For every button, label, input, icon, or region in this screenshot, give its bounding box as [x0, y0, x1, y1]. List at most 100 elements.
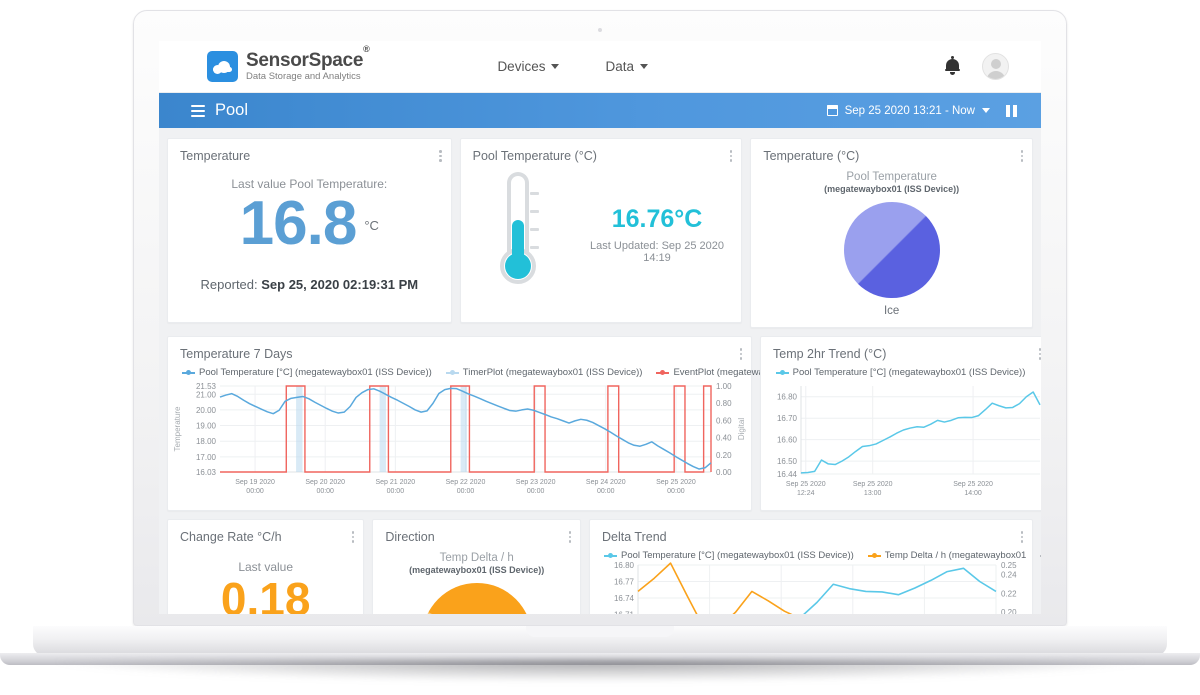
bell-icon[interactable]	[945, 56, 960, 75]
svg-text:00:00: 00:00	[387, 488, 405, 495]
pie-subheading: (megatewaybox01 (ISS Device))	[824, 184, 960, 194]
pie-chart	[843, 202, 940, 298]
date-range-label: Sep 25 2020 13:21 - Now	[844, 104, 975, 117]
legend-marker	[604, 552, 617, 558]
svg-text:0.22: 0.22	[1001, 589, 1017, 598]
svg-text:0.80: 0.80	[716, 399, 732, 408]
card-menu-icon[interactable]	[729, 150, 733, 162]
avatar[interactable]	[982, 53, 1009, 80]
svg-text:20.00: 20.00	[196, 406, 217, 415]
svg-text:0.25: 0.25	[1001, 561, 1017, 570]
legend-marker	[656, 369, 670, 375]
nav-label-devices: Devices	[497, 59, 546, 74]
svg-text:Sep 25 2020: Sep 25 2020	[853, 481, 893, 488]
svg-text:Sep 24 2020: Sep 24 2020	[586, 479, 626, 486]
legend-label: TimerPlot (megatewaybox01 (ISS Device))	[462, 367, 643, 378]
card-title: Change Rate °C/h	[180, 530, 282, 544]
svg-text:Sep 21 2020: Sep 21 2020	[376, 479, 416, 486]
card-menu-icon[interactable]	[439, 150, 442, 162]
brand-name: SensorSpace®	[246, 43, 370, 72]
card-menu-icon[interactable]	[568, 531, 571, 543]
card-menu-icon[interactable]	[351, 531, 355, 543]
reported-value: Sep 25, 2020 02:19:31 PM	[261, 277, 419, 292]
card-temperature: Temperature Last value Pool Temperature:…	[167, 138, 452, 323]
legend-label: Pool Temperature [°C] (megatewaybox01 (I…	[199, 367, 432, 378]
card-menu-icon[interactable]	[1020, 150, 1023, 162]
svg-text:21.00: 21.00	[196, 390, 217, 399]
date-range-picker[interactable]: Sep 25 2020 13:21 - Now	[826, 104, 990, 117]
temperature-value-block: 16.8 °C	[168, 193, 451, 255]
nav-item-data[interactable]: Data	[605, 59, 648, 74]
svg-text:16.44: 16.44	[777, 470, 798, 479]
legend-prev-icon[interactable]	[1040, 550, 1041, 561]
brand-logo[interactable]: SensorSpace® Data Storage and Analytics	[207, 43, 370, 83]
page-title: Pool	[215, 101, 249, 119]
reported-label: Reported:	[200, 277, 258, 292]
pie-heading: Pool Temperature	[846, 171, 937, 183]
legend-item[interactable]: TimerPlot (megatewaybox01 (ISS Device))	[445, 367, 643, 378]
legend-item[interactable]: Pool Temperature [°C] (megatewaybox01 (I…	[604, 550, 854, 561]
dashboard-row-1: Temperature Last value Pool Temperature:…	[167, 138, 1033, 328]
card-title: Temperature	[180, 149, 251, 163]
legend-marker	[445, 369, 459, 375]
legend-item[interactable]: Temp Delta / h (megatewaybox01	[867, 550, 1026, 561]
pause-button[interactable]	[1006, 104, 1017, 117]
brand-tagline: Data Storage and Analytics	[246, 71, 361, 83]
card-change-rate: Change Rate °C/h Last value 0.18	[167, 519, 365, 614]
card-menu-icon[interactable]	[1020, 531, 1023, 543]
svg-text:0.20: 0.20	[716, 451, 732, 460]
svg-text:00:00: 00:00	[457, 488, 475, 495]
svg-text:00:00: 00:00	[597, 488, 615, 495]
laptop-base	[33, 626, 1167, 656]
temperature-reported: Reported: Sep 25, 2020 02:19:31 PM	[168, 277, 451, 292]
chevron-down-icon	[639, 64, 648, 69]
pool-temperature-updated: Last Updated: Sep 25 2020 14:19	[590, 239, 724, 264]
card-pool-temperature: Pool Temperature (°C) 16.76°C Last Updat…	[459, 138, 743, 323]
card-direction: Direction Temp Delta / h (megatewaybox01…	[372, 519, 581, 614]
calendar-icon	[826, 105, 838, 116]
svg-text:0.20: 0.20	[1001, 608, 1017, 614]
card-delta-trend: Delta Trend Pool Temperature [°C] (megat…	[589, 519, 1041, 614]
svg-text:18.00: 18.00	[196, 437, 217, 446]
card-title: Temp 2hr Trend (°C)	[773, 347, 887, 361]
screen-content: SensorSpace® Data Storage and Analytics …	[159, 41, 1041, 614]
legend-label: Pool Temperature [°C] (megatewaybox01 (I…	[792, 367, 1026, 378]
chart-legend: Pool Temperature [°C] (megatewaybox01 (I…	[590, 544, 1041, 561]
chart-legend: Pool Temperature [°C] (megatewaybox01 (I…	[168, 361, 831, 378]
card-temperature-pie: Temperature (°C) Pool Temperature (megat…	[750, 138, 1033, 328]
svg-text:Sep 19 2020: Sep 19 2020	[235, 479, 275, 486]
card-title: Temperature 7 Days	[180, 347, 293, 361]
card-menu-icon[interactable]	[1038, 348, 1041, 360]
chart-legend: Pool Temperature [°C] (megatewaybox01 (I…	[761, 361, 1041, 378]
svg-text:16.74: 16.74	[614, 594, 635, 603]
svg-text:16.70: 16.70	[777, 414, 798, 423]
nav-item-devices[interactable]: Devices	[497, 59, 560, 74]
svg-text:13:00: 13:00	[864, 490, 882, 497]
chart-2hr-plot: 16.80 16.70 16.60 16.50 16.44 Sep 25 2020 12:2…	[777, 386, 1041, 497]
chart-delta-plot: 16.8016.7716.7416.7116.680.250.240.220.2…	[614, 561, 1017, 614]
legend-marker	[775, 369, 789, 375]
svg-text:Sep 25 2020: Sep 25 2020	[656, 479, 696, 486]
svg-text:16.50: 16.50	[777, 457, 798, 466]
trademark-symbol: ®	[363, 43, 370, 54]
dashboard-row-3: Change Rate °C/h Last value 0.18 Directi…	[167, 519, 1041, 614]
app-header: SensorSpace® Data Storage and Analytics …	[159, 41, 1041, 93]
direction-subheading: (megatewaybox01 (ISS Device))	[409, 565, 545, 575]
change-rate-value: 0.18	[220, 573, 311, 614]
chevron-down-icon	[551, 64, 560, 69]
laptop-shadow	[55, 660, 1145, 682]
card-menu-icon[interactable]	[739, 348, 742, 360]
webcam-icon	[598, 28, 602, 32]
svg-text:0.60: 0.60	[716, 416, 732, 425]
direction-heading: Temp Delta / h	[439, 552, 514, 564]
change-rate-subtitle: Last value	[238, 560, 294, 574]
svg-text:16.80: 16.80	[614, 561, 635, 570]
svg-text:Sep 25 2020: Sep 25 2020	[786, 481, 826, 488]
pool-temperature-value: 16.76°C	[611, 204, 703, 233]
legend-item[interactable]: Pool Temperature [°C] (megatewaybox01 (I…	[182, 367, 432, 378]
legend-item[interactable]: Pool Temperature [°C] (megatewaybox01 (I…	[775, 367, 1026, 378]
svg-text:16.80: 16.80	[777, 393, 798, 402]
legend-marker	[182, 369, 195, 375]
legend-label: Pool Temperature [°C] (megatewaybox01 (I…	[621, 550, 854, 561]
hamburger-icon[interactable]	[191, 104, 205, 117]
